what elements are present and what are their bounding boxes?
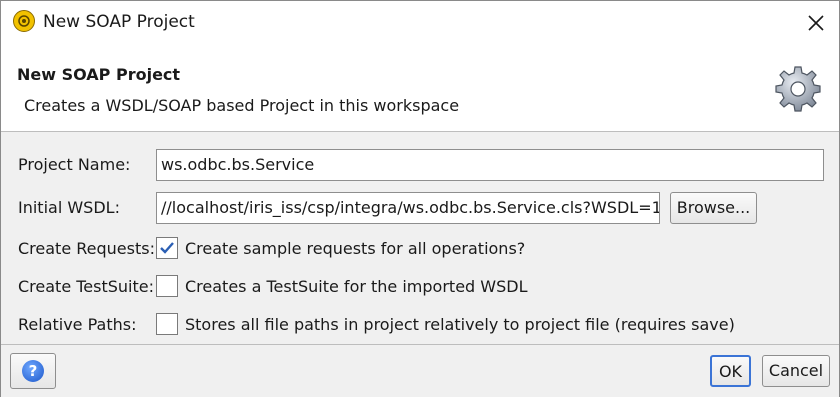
window-title: New SOAP Project [43, 12, 195, 32]
title-bar[interactable]: New SOAP Project [1, 1, 839, 45]
relative-paths-text: Stores all file paths in project relativ… [185, 315, 735, 334]
relative-paths-label: Relative Paths: [18, 315, 137, 334]
close-button[interactable] [803, 10, 829, 36]
ok-button[interactable]: OK [710, 355, 751, 387]
gear-icon [775, 66, 821, 112]
cancel-button[interactable]: Cancel [762, 355, 830, 387]
create-testsuite-checkbox[interactable] [156, 275, 178, 297]
create-requests-checkbox[interactable] [156, 237, 178, 259]
project-name-input[interactable]: ws.odbc.bs.Service [156, 149, 824, 181]
new-soap-project-dialog: New SOAP Project New SOAP Project Create… [0, 0, 840, 397]
checkmark-icon [160, 242, 174, 254]
create-requests-text: Create sample requests for all operation… [185, 239, 526, 258]
dialog-footer: ? OK Cancel [1, 344, 839, 397]
soapui-icon [13, 10, 35, 32]
create-testsuite-text: Creates a TestSuite for the imported WSD… [185, 277, 528, 296]
header-title: New SOAP Project [17, 65, 181, 84]
header-description: Creates a WSDL/SOAP based Project in thi… [24, 96, 460, 115]
help-icon: ? [22, 360, 44, 382]
browse-button[interactable]: Browse... [670, 192, 757, 224]
relative-paths-checkbox[interactable] [156, 313, 178, 335]
help-button[interactable]: ? [10, 353, 56, 389]
project-name-label: Project Name: [18, 155, 131, 174]
initial-wsdl-label: Initial WSDL: [18, 198, 120, 217]
header-banner: New SOAP Project Creates a WSDL/SOAP bas… [1, 45, 839, 132]
close-icon [808, 15, 824, 31]
create-requests-label: Create Requests: [18, 239, 155, 258]
create-testsuite-label: Create TestSuite: [18, 277, 155, 296]
initial-wsdl-input[interactable]: //localhost/iris_iss/csp/integra/ws.odbc… [156, 192, 660, 224]
